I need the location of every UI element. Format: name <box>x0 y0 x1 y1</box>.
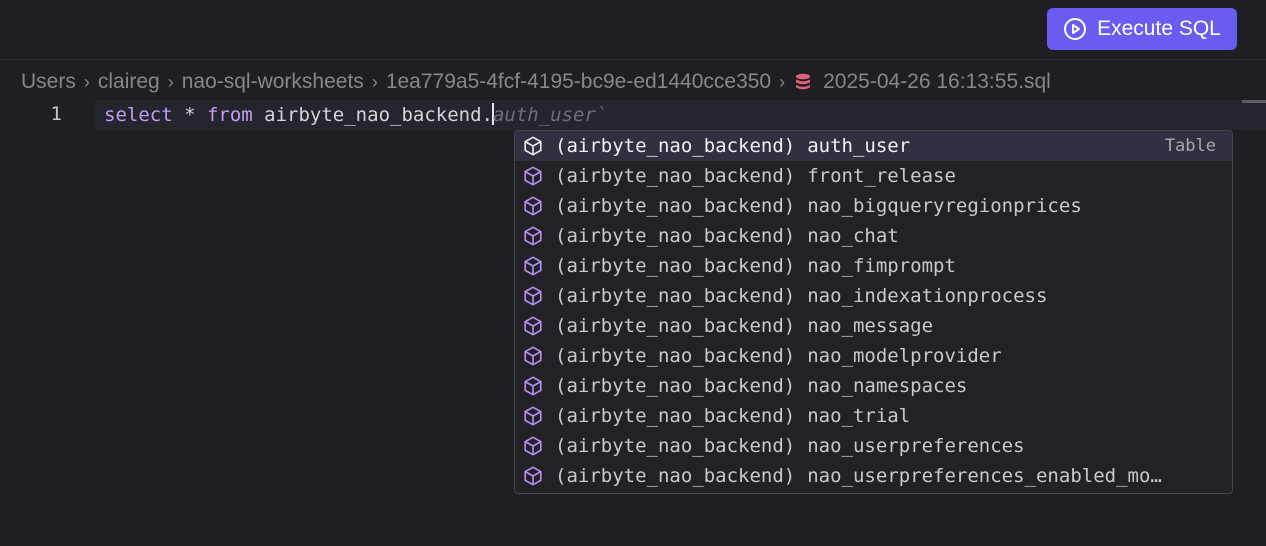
suggestion-name: nao_userpreferences <box>807 435 1025 457</box>
breadcrumb-item-user[interactable]: claireg <box>98 70 160 94</box>
code-line[interactable]: select * from airbyte_nao_backend.auth_u… <box>104 103 607 126</box>
suggestion-schema: (airbyte_nao_backend) <box>555 375 796 397</box>
table-icon <box>521 164 545 188</box>
suggestion-schema: (airbyte_nao_backend) <box>555 435 796 457</box>
table-icon <box>521 254 545 278</box>
suggestion-schema: (airbyte_nao_backend) <box>555 195 796 217</box>
suggestion-name: nao_chat <box>807 225 899 247</box>
execute-sql-button[interactable]: Execute SQL <box>1047 8 1237 50</box>
suggestion-schema: (airbyte_nao_backend) <box>555 225 796 247</box>
suggestion-name: nao_userpreferences_enabled_mo… <box>807 465 1162 487</box>
table-icon <box>521 344 545 368</box>
breadcrumb-item-file[interactable]: 2025-04-26 16:13:55.sql <box>823 70 1051 94</box>
suggestion-kind: Table <box>1164 136 1216 156</box>
breadcrumb-item-worksheets[interactable]: nao-sql-worksheets <box>182 70 364 94</box>
suggestion-schema: (airbyte_nao_backend) <box>555 465 796 487</box>
table-icon <box>521 314 545 338</box>
chevron-right-icon: › <box>371 71 378 92</box>
table-icon <box>521 284 545 308</box>
keyword-from: from <box>206 104 253 126</box>
breadcrumb-item-folder[interactable]: 1ea779a5-4fcf-4195-bc9e-ed1440cce350 <box>386 70 771 94</box>
chevron-right-icon: › <box>779 71 786 92</box>
autocomplete-dropdown[interactable]: (airbyte_nao_backend) auth_user Table (airb… <box>514 130 1233 494</box>
table-icon <box>521 194 545 218</box>
typed-identifier: airbyte_nao_backend. <box>252 104 493 126</box>
suggestion-schema: (airbyte_nao_backend) <box>555 165 796 187</box>
suggestion-name: nao_namespaces <box>807 375 968 397</box>
table-icon <box>521 464 545 488</box>
suggestion-item[interactable]: (airbyte_nao_backend) front_release <box>515 161 1232 191</box>
breadcrumb: Users › claireg › nao-sql-worksheets › 1… <box>21 68 1051 96</box>
suggestion-name: nao_message <box>807 315 934 337</box>
play-circle-icon <box>1064 18 1087 40</box>
suggestion-schema: (airbyte_nao_backend) <box>555 315 796 337</box>
suggestion-name: nao_bigqueryregionprices <box>807 195 1082 217</box>
database-icon <box>793 72 813 92</box>
table-icon <box>521 434 545 458</box>
table-icon <box>521 404 545 428</box>
suggestion-schema: (airbyte_nao_backend) <box>555 135 796 157</box>
suggestion-item[interactable]: (airbyte_nao_backend) nao_modelprovider <box>515 341 1232 371</box>
line-number: 1 <box>50 103 62 125</box>
suggestion-schema: (airbyte_nao_backend) <box>555 405 796 427</box>
suggestion-schema: (airbyte_nao_backend) <box>555 345 796 367</box>
table-icon <box>521 134 545 158</box>
operator-star: * <box>172 104 207 126</box>
toolbar: Execute SQL <box>0 0 1266 60</box>
suggestion-schema: (airbyte_nao_backend) <box>555 255 796 277</box>
suggestion-item[interactable]: (airbyte_nao_backend) nao_userpreferences… <box>515 461 1232 491</box>
keyword-select: select <box>104 104 173 126</box>
suggestion-item[interactable]: (airbyte_nao_backend) nao_namespaces <box>515 371 1232 401</box>
breadcrumb-item-users[interactable]: Users <box>21 70 76 94</box>
suggestion-name: nao_fimprompt <box>807 255 956 277</box>
suggestion-name: front_release <box>807 165 956 187</box>
chevron-right-icon: › <box>83 71 90 92</box>
suggestion-name: nao_indexationprocess <box>807 285 1048 307</box>
suggestion-item[interactable]: (airbyte_nao_backend) nao_indexationproce… <box>515 281 1232 311</box>
scrollbar-marker[interactable] <box>1242 100 1266 103</box>
suggestion-schema: (airbyte_nao_backend) <box>555 285 796 307</box>
suggestion-item[interactable]: (airbyte_nao_backend) nao_message <box>515 311 1232 341</box>
suggestion-item[interactable]: (airbyte_nao_backend) nao_fimprompt <box>515 251 1232 281</box>
suggestion-name: nao_modelprovider <box>807 345 1002 367</box>
chevron-right-icon: › <box>167 71 174 92</box>
suggestion-item[interactable]: (airbyte_nao_backend) nao_trial <box>515 401 1232 431</box>
table-icon <box>521 374 545 398</box>
suggestion-item[interactable]: (airbyte_nao_backend) nao_userpreferences <box>515 431 1232 461</box>
execute-sql-label: Execute SQL <box>1097 17 1221 40</box>
suggestion-name: auth_user <box>807 135 911 157</box>
table-icon <box>521 224 545 248</box>
suggestion-item[interactable]: (airbyte_nao_backend) nao_bigqueryregionp… <box>515 191 1232 221</box>
suggestion-name: nao_trial <box>807 405 911 427</box>
suggestion-item[interactable]: (airbyte_nao_backend) nao_chat <box>515 221 1232 251</box>
inline-suggestion: auth_user` <box>492 104 608 126</box>
suggestion-item[interactable]: (airbyte_nao_backend) auth_user Table <box>515 131 1232 161</box>
